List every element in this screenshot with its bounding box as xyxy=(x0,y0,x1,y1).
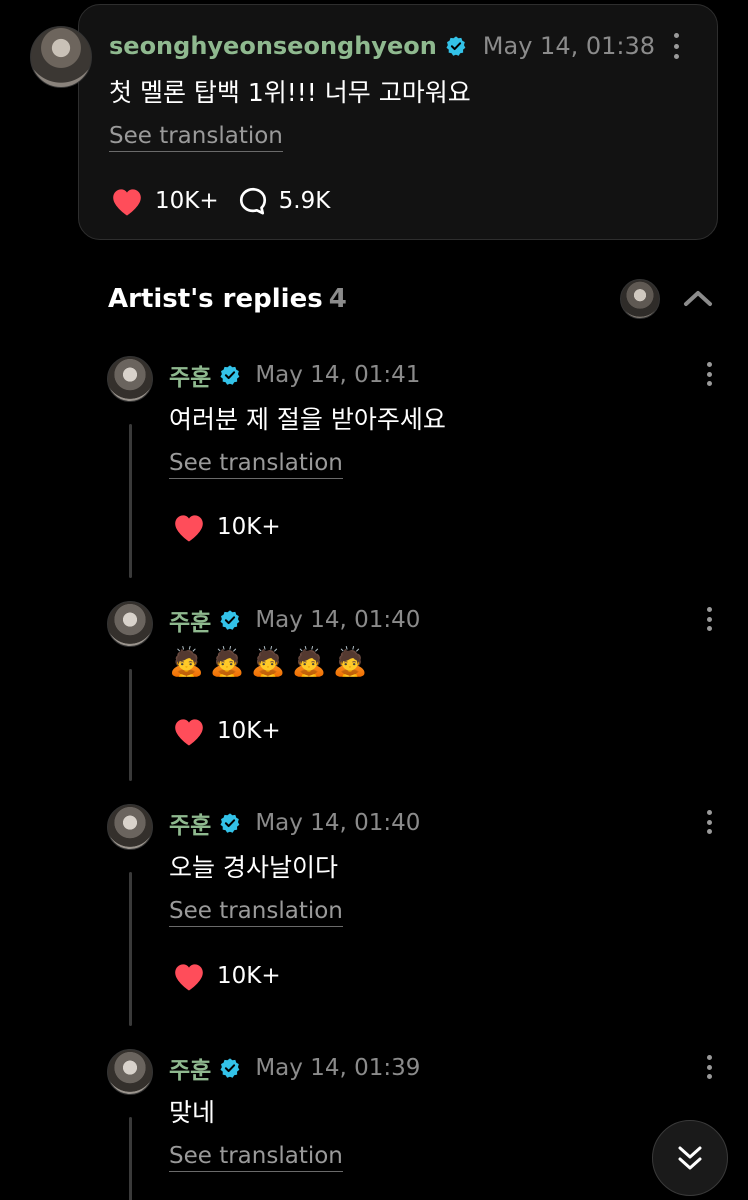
reply-item: 주훈 May 14, 01:40 오늘 경사날이다 See translatio… xyxy=(0,804,748,1034)
more-vertical-icon[interactable] xyxy=(671,33,681,59)
thread-line xyxy=(129,1117,132,1200)
reply-item: 주훈 May 14, 01:40 🙇🙇🙇🙇🙇 10K+ xyxy=(0,601,748,791)
more-vertical-icon[interactable] xyxy=(705,810,713,834)
heart-icon[interactable] xyxy=(171,511,207,543)
reply-header: 주훈 May 14, 01:41 xyxy=(169,358,421,392)
reply-text: 여러분 제 절을 받아주세요 xyxy=(169,405,446,434)
verified-badge-icon xyxy=(446,36,466,56)
reply-avatar[interactable] xyxy=(107,601,153,647)
reply-timestamp: May 14, 01:41 xyxy=(255,362,421,388)
reply-likes: 10K+ xyxy=(171,510,281,544)
chevron-up-icon[interactable] xyxy=(680,284,716,312)
reply-avatar[interactable] xyxy=(107,356,153,402)
post-actions: 10K+ 5.9K xyxy=(109,183,330,219)
thread-line xyxy=(129,872,132,1026)
reply-item: 주훈 May 14, 01:41 여러분 제 절을 받아주세요 See tran… xyxy=(0,356,748,586)
artist-replies-title: Artist's replies xyxy=(108,284,323,314)
reply-username[interactable]: 주훈 xyxy=(169,358,211,392)
reply-likes: 10K+ xyxy=(171,959,281,993)
scroll-down-button[interactable] xyxy=(652,1120,728,1196)
verified-badge-icon xyxy=(220,1058,240,1078)
reply-header: 주훈 May 14, 01:40 xyxy=(169,603,421,637)
thread-line xyxy=(129,424,132,578)
reply-username[interactable]: 주훈 xyxy=(169,603,211,637)
see-translation-link[interactable]: See translation xyxy=(169,450,343,479)
like-count: 10K+ xyxy=(217,963,281,989)
artist-post-page: seonghyeonseonghyeon May 14, 01:38 첫 멜론 … xyxy=(0,0,748,1200)
reply-username[interactable]: 주훈 xyxy=(169,806,211,840)
reply-text: 오늘 경사날이다 xyxy=(169,853,338,882)
see-translation-link[interactable]: See translation xyxy=(169,898,343,927)
post-header: seonghyeonseonghyeon May 14, 01:38 xyxy=(109,31,655,61)
post-username[interactable]: seonghyeonseonghyeon xyxy=(109,32,437,60)
post-author-avatar[interactable] xyxy=(30,26,92,88)
verified-badge-icon xyxy=(220,365,240,385)
verified-badge-icon xyxy=(220,813,240,833)
more-vertical-icon[interactable] xyxy=(705,607,713,631)
like-count: 10K+ xyxy=(217,514,281,540)
like-count: 10K+ xyxy=(217,718,281,744)
heart-icon[interactable] xyxy=(171,960,207,992)
artist-replies-count: 4 xyxy=(328,284,347,314)
post-timestamp: May 14, 01:38 xyxy=(482,32,656,60)
reply-username[interactable]: 주훈 xyxy=(169,1051,211,1085)
more-vertical-icon[interactable] xyxy=(705,362,713,386)
reply-avatar[interactable] xyxy=(107,804,153,850)
reply-item: 주훈 May 14, 01:39 맞네 See translation xyxy=(0,1049,748,1200)
see-translation-link[interactable]: See translation xyxy=(109,123,283,152)
post-text: 첫 멜론 탑백 1위!!! 너무 고마워요 xyxy=(109,78,471,107)
reply-likes: 10K+ xyxy=(171,714,281,748)
reply-header: 주훈 May 14, 01:40 xyxy=(169,806,421,840)
artist-replies-header: Artist's replies 4 xyxy=(108,284,347,314)
replier-avatar xyxy=(620,279,660,319)
reply-text: 🙇🙇🙇🙇🙇 xyxy=(169,645,374,678)
post-card[interactable]: seonghyeonseonghyeon May 14, 01:38 첫 멜론 … xyxy=(78,4,718,240)
like-count: 10K+ xyxy=(155,188,219,214)
heart-icon[interactable] xyxy=(109,185,145,217)
reply-text: 맞네 xyxy=(169,1098,216,1127)
reply-timestamp: May 14, 01:40 xyxy=(255,810,421,836)
reply-timestamp: May 14, 01:40 xyxy=(255,607,421,633)
double-chevron-down-icon xyxy=(678,1146,702,1170)
thread-line xyxy=(129,669,132,781)
reply-timestamp: May 14, 01:39 xyxy=(255,1055,421,1081)
reply-header: 주훈 May 14, 01:39 xyxy=(169,1051,421,1085)
more-vertical-icon[interactable] xyxy=(705,1055,713,1079)
verified-badge-icon xyxy=(220,610,240,630)
comment-count: 5.9K xyxy=(278,188,331,214)
see-translation-link[interactable]: See translation xyxy=(169,1143,343,1172)
comment-bubble-icon[interactable] xyxy=(237,185,269,217)
reply-avatar[interactable] xyxy=(107,1049,153,1095)
heart-icon[interactable] xyxy=(171,715,207,747)
